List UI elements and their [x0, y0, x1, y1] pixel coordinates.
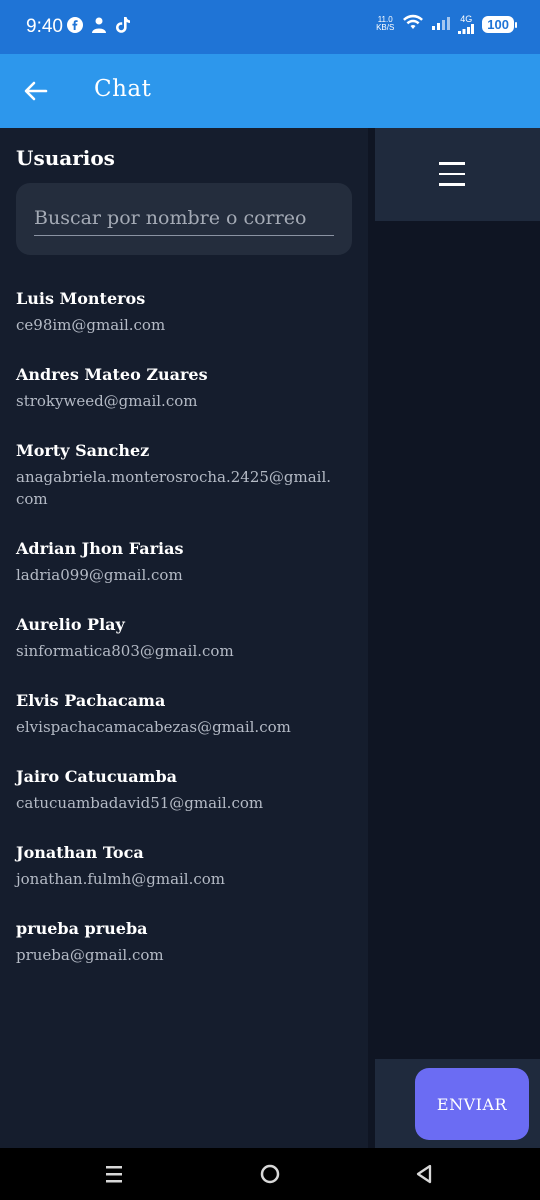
- user-list-item[interactable]: Luis Monteros ce98im@gmail.com: [16, 288, 336, 336]
- user-list-item[interactable]: Jonathan Toca jonathan.fulmh@gmail.com: [16, 842, 336, 890]
- back-button[interactable]: [20, 75, 52, 107]
- user-list-item[interactable]: Jairo Catucuamba catucuambadavid51@gmail.…: [16, 766, 336, 814]
- user-name: Morty Sanchez: [16, 441, 150, 460]
- app-bar: Chat: [0, 54, 540, 128]
- battery-tip: [515, 21, 517, 28]
- user-name: Andres Mateo Zuares: [16, 365, 208, 384]
- user-list-item[interactable]: Elvis Pachacama elvispachacamacabezas@gma…: [16, 690, 336, 738]
- home-icon: [260, 1164, 280, 1184]
- hamburger-menu-icon: [439, 162, 465, 186]
- nav-home-button[interactable]: [257, 1161, 283, 1187]
- user-email: elvispachacamacabezas@gmail.com: [16, 718, 291, 736]
- navigation-bar: [0, 1148, 540, 1200]
- signal-4g-icon: 4G: [458, 14, 475, 34]
- send-bar: ENVIAR: [375, 1059, 540, 1148]
- wifi-icon: [402, 14, 424, 34]
- user-list: Luis Monteros ce98im@gmail.com Andres Mate…: [16, 288, 336, 994]
- chat-header: [375, 128, 540, 221]
- menu-button[interactable]: [439, 162, 465, 186]
- nav-back-button[interactable]: [411, 1161, 437, 1187]
- user-alert-icon: [90, 16, 108, 34]
- arrow-left-icon: [24, 81, 48, 101]
- users-title: Usuarios: [16, 146, 115, 170]
- user-name: prueba prueba: [16, 919, 148, 938]
- user-email: prueba@gmail.com: [16, 946, 164, 964]
- chat-panel: ENVIAR: [368, 128, 540, 1148]
- send-button[interactable]: ENVIAR: [415, 1068, 529, 1140]
- user-email: catucuambadavid51@gmail.com: [16, 794, 264, 812]
- user-list-item[interactable]: Adrian Jhon Farias ladria099@gmail.com: [16, 538, 336, 586]
- user-name: Jonathan Toca: [16, 843, 144, 862]
- facebook-icon: [66, 16, 84, 34]
- system-icons: 11.0 KB/S 4G 100: [376, 14, 517, 34]
- user-email: anagabriela.monterosrocha.2425@gmail.com: [16, 468, 332, 508]
- user-email: ce98im@gmail.com: [16, 316, 166, 334]
- user-list-item[interactable]: Morty Sanchez anagabriela.monterosrocha.2…: [16, 440, 336, 510]
- user-list-item[interactable]: prueba prueba prueba@gmail.com: [16, 918, 336, 966]
- user-name: Aurelio Play: [16, 615, 125, 634]
- signal-icon: [432, 15, 451, 34]
- status-bar: 9:40 11.0 KB/S 4G 100: [0, 0, 540, 54]
- user-name: Elvis Pachacama: [16, 691, 166, 710]
- user-name: Luis Monteros: [16, 289, 146, 308]
- user-email: strokyweed@gmail.com: [16, 392, 198, 410]
- user-email: sinformatica803@gmail.com: [16, 642, 234, 660]
- net-speed: 11.0 KB/S: [376, 15, 395, 32]
- search-input[interactable]: [34, 201, 334, 236]
- user-list-item[interactable]: Andres Mateo Zuares strokyweed@gmail.com: [16, 364, 336, 412]
- battery-indicator: 100: [482, 15, 517, 33]
- nav-recents-button[interactable]: [101, 1161, 127, 1187]
- user-email: jonathan.fulmh@gmail.com: [16, 870, 226, 888]
- tiktok-icon: [114, 16, 132, 34]
- user-list-item[interactable]: Aurelio Play sinformatica803@gmail.com: [16, 614, 336, 662]
- search-box: [16, 183, 352, 255]
- page-title: Chat: [94, 76, 152, 102]
- notification-icons: [66, 16, 132, 34]
- user-name: Adrian Jhon Farias: [16, 539, 184, 558]
- status-time: 9:40: [26, 16, 63, 37]
- triangle-back-icon: [416, 1164, 432, 1184]
- recents-icon: [106, 1166, 122, 1183]
- user-email: ladria099@gmail.com: [16, 566, 183, 584]
- users-panel: Usuarios Luis Monteros ce98im@gmail.com An…: [0, 128, 368, 1148]
- user-name: Jairo Catucuamba: [16, 767, 178, 786]
